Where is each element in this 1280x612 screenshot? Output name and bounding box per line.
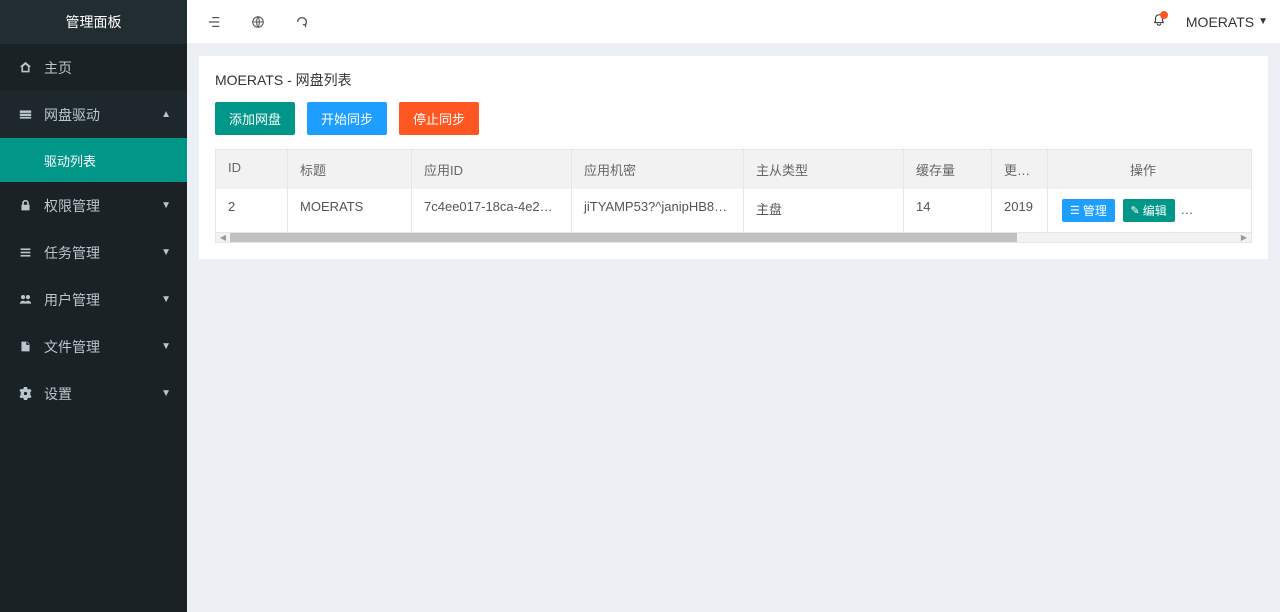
cell-ops: ☰管理 ✎编辑 🗑删除 <box>1048 189 1238 232</box>
chevron-down-icon: ▼ <box>161 247 171 258</box>
lock-icon <box>16 199 34 212</box>
cell-secret: jiTYAMP53?^janipHB86... <box>572 189 744 232</box>
cell-id: 2 <box>216 189 288 232</box>
delete-button[interactable]: 🗑删除 <box>1182 199 1238 222</box>
sidebar-item-label: 文件管理 <box>44 337 100 357</box>
trash-icon: 🗑 <box>1190 204 1204 217</box>
col-type: 主从类型 <box>744 150 904 189</box>
col-id: ID <box>216 150 288 189</box>
panel: MOERATS - 网盘列表 添加网盘 开始同步 停止同步 ID <box>199 56 1268 259</box>
menu-toggle-icon[interactable] <box>203 11 225 33</box>
scrollbar-thumb[interactable] <box>230 233 1017 242</box>
table-row: 2 MOERATS 7c4ee017-18ca-4e28-8... jiTYAM… <box>216 189 1251 232</box>
topbar: MOERATS ▼ <box>187 0 1280 44</box>
sidebar-item-settings[interactable]: 设置 ▼ <box>0 370 187 417</box>
cell-update: 2019 <box>992 189 1048 232</box>
stop-sync-button[interactable]: 停止同步 <box>399 102 479 135</box>
sidebar-menu: 主页 网盘驱动 ▲ 驱动列表 权限管理 ▼ <box>0 44 187 612</box>
scroll-left-arrow[interactable]: ◀ <box>216 233 230 242</box>
file-icon <box>16 340 34 353</box>
sidebar-item-permission[interactable]: 权限管理 ▼ <box>0 182 187 229</box>
pencil-icon: ✎ <box>1131 204 1140 217</box>
sidebar-item-task[interactable]: 任务管理 ▼ <box>0 229 187 276</box>
chevron-down-icon: ▼ <box>161 388 171 399</box>
caret-down-icon: ▼ <box>1258 16 1268 27</box>
horizontal-scrollbar[interactable]: ◀ ▶ <box>216 232 1251 242</box>
sidebar-item-label: 设置 <box>44 384 72 404</box>
manage-button[interactable]: ☰管理 <box>1062 199 1115 222</box>
col-secret: 应用机密 <box>572 150 744 189</box>
add-drive-button[interactable]: 添加网盘 <box>215 102 295 135</box>
main-area: MOERATS ▼ MOERATS - 网盘列表 添加网盘 开始同步 停止同步 <box>187 0 1280 612</box>
notification-bell[interactable] <box>1152 13 1166 30</box>
col-title: 标题 <box>288 150 412 189</box>
sidebar-title: 管理面板 <box>0 0 187 44</box>
edit-button[interactable]: ✎编辑 <box>1123 199 1175 222</box>
sidebar-item-drive[interactable]: 网盘驱动 ▲ <box>0 91 187 138</box>
table-header: ID 标题 应用ID 应用机密 主从类型 缓存量 更新时 操作 <box>216 150 1251 189</box>
sidebar-item-label: 任务管理 <box>44 243 100 263</box>
drive-icon <box>16 108 34 121</box>
col-cache: 缓存量 <box>904 150 992 189</box>
col-update: 更新时 <box>992 150 1048 189</box>
sidebar-item-users[interactable]: 用户管理 ▼ <box>0 276 187 323</box>
sidebar-subitem-label: 驱动列表 <box>44 151 96 170</box>
task-icon <box>16 246 34 259</box>
panel-title: MOERATS - 网盘列表 <box>199 56 1268 102</box>
cell-appid: 7c4ee017-18ca-4e28-8... <box>412 189 572 232</box>
action-buttons: 添加网盘 开始同步 停止同步 <box>215 102 1252 135</box>
start-sync-button[interactable]: 开始同步 <box>307 102 387 135</box>
cell-type: 主盘 <box>744 189 904 232</box>
col-ops: 操作 <box>1048 150 1238 189</box>
table: ID 标题 应用ID 应用机密 主从类型 缓存量 更新时 操作 <box>215 149 1252 243</box>
cell-cache: 14 <box>904 189 992 232</box>
gear-icon <box>16 387 34 400</box>
notification-dot <box>1160 11 1168 19</box>
chevron-up-icon: ▲ <box>161 109 171 120</box>
list-icon: ☰ <box>1070 204 1080 217</box>
sidebar-item-label: 用户管理 <box>44 290 100 310</box>
col-appid: 应用ID <box>412 150 572 189</box>
user-menu[interactable]: MOERATS ▼ <box>1186 14 1268 30</box>
chevron-down-icon: ▼ <box>161 294 171 305</box>
chevron-down-icon: ▼ <box>161 341 171 352</box>
globe-icon[interactable] <box>247 11 269 33</box>
sidebar: 管理面板 主页 网盘驱动 ▲ 驱动列表 <box>0 0 187 612</box>
sidebar-item-label: 主页 <box>44 58 72 78</box>
scroll-right-arrow[interactable]: ▶ <box>1237 233 1251 242</box>
users-icon <box>16 293 34 306</box>
cell-title: MOERATS <box>288 189 412 232</box>
sidebar-subitem-drive-list[interactable]: 驱动列表 <box>0 138 187 182</box>
chevron-down-icon: ▼ <box>161 200 171 211</box>
sidebar-item-files[interactable]: 文件管理 ▼ <box>0 323 187 370</box>
content: MOERATS - 网盘列表 添加网盘 开始同步 停止同步 ID <box>187 44 1280 612</box>
sidebar-item-label: 权限管理 <box>44 196 100 216</box>
home-icon <box>16 61 34 74</box>
sidebar-item-label: 网盘驱动 <box>44 105 100 125</box>
refresh-icon[interactable] <box>291 11 313 33</box>
username: MOERATS <box>1186 14 1254 30</box>
sidebar-item-home[interactable]: 主页 <box>0 44 187 91</box>
